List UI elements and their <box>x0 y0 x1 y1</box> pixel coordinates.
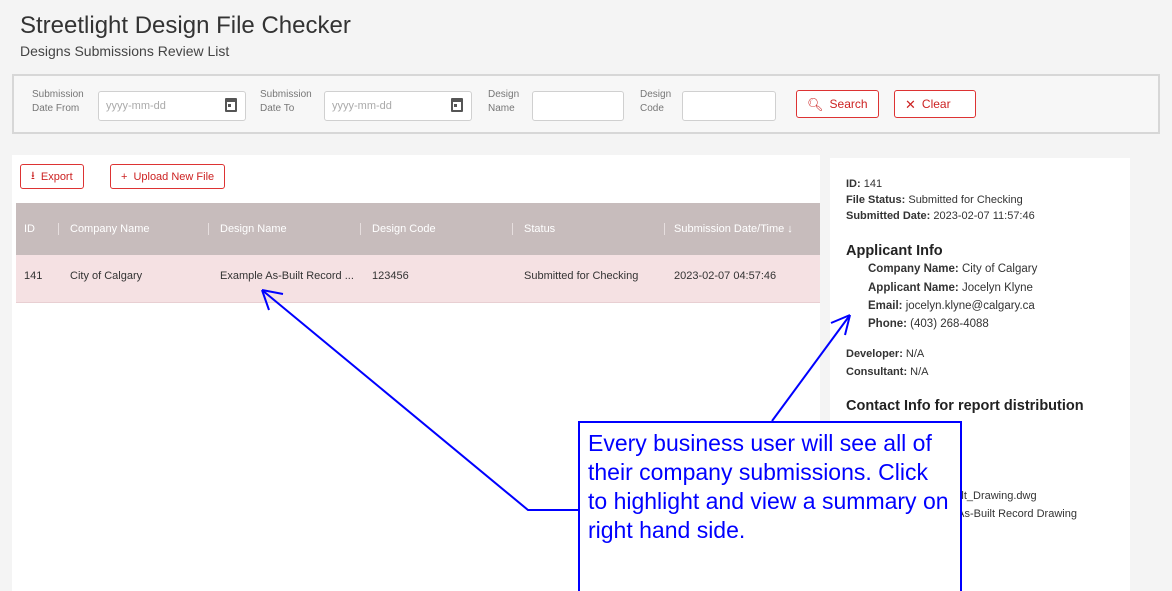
page-title: Streetlight Design File Checker <box>20 12 351 39</box>
cell-id: 141 <box>24 270 43 282</box>
date-from-input[interactable]: yyyy-mm-dd <box>98 91 246 121</box>
close-icon: ✕ <box>905 96 916 112</box>
upload-button[interactable]: + Upload New File <box>110 164 226 189</box>
detail-email: Email: jocelyn.klyne@calgary.ca <box>868 300 1035 312</box>
cell-company: City of Calgary <box>70 270 143 282</box>
detail-id: ID: 141 <box>846 178 883 190</box>
date-from-label: Submission Date From <box>32 89 84 114</box>
col-design-name[interactable]: Design Name <box>220 223 287 235</box>
design-name-input[interactable] <box>532 91 624 121</box>
cell-status: Submitted for Checking <box>524 270 639 282</box>
design-name-label: Design Name <box>488 89 520 114</box>
col-submission-date[interactable]: Submission Date/Time ↓ <box>674 223 793 235</box>
search-button[interactable]: 🔍︎ Search <box>796 90 879 118</box>
date-to-label: Submission Date To <box>260 89 312 114</box>
cell-design-name: Example As-Built Record ... <box>220 270 354 282</box>
calendar-icon[interactable] <box>451 98 463 112</box>
detail-applicant: Applicant Name: Jocelyn Klyne <box>868 282 1033 294</box>
design-code-label: Design Code <box>640 89 672 114</box>
col-id[interactable]: ID <box>24 223 35 235</box>
clear-button[interactable]: ✕ Clear <box>894 90 976 118</box>
design-code-input[interactable] <box>682 91 776 121</box>
date-to-input[interactable]: yyyy-mm-dd <box>324 91 472 121</box>
col-status[interactable]: Status <box>524 223 555 235</box>
detail-consultant: Consultant: N/A <box>846 366 929 378</box>
applicant-info-heading: Applicant Info <box>846 243 943 259</box>
search-icon: 🔍︎ <box>807 96 824 112</box>
table-header: ID Company Name Design Name Design Code … <box>16 203 820 255</box>
calendar-icon[interactable] <box>225 98 237 112</box>
col-company[interactable]: Company Name <box>70 223 149 235</box>
contact-info-heading: Contact Info for report distribution <box>846 398 1084 414</box>
detail-submitted-date: Submitted Date: 2023-02-07 11:57:46 <box>846 210 1035 222</box>
cell-design-code: 123456 <box>372 270 409 282</box>
filter-bar: Submission Date From yyyy-mm-dd Submissio… <box>12 74 1160 134</box>
detail-company: Company Name: City of Calgary <box>868 263 1038 275</box>
detail-file-status: File Status: Submitted for Checking <box>846 194 1023 206</box>
annotation-callout: Every business user will see all of thei… <box>578 421 962 591</box>
plus-icon: + <box>121 170 128 183</box>
col-design-code[interactable]: Design Code <box>372 223 436 235</box>
detail-phone: Phone: (403) 268-4088 <box>868 318 989 330</box>
download-icon: ⭳ <box>31 170 35 182</box>
page-subtitle: Designs Submissions Review List <box>20 43 230 59</box>
detail-developer: Developer: N/A <box>846 348 925 360</box>
cell-date: 2023-02-07 04:57:46 <box>674 270 777 282</box>
table-row[interactable]: 141 City of Calgary Example As-Built Rec… <box>16 255 820 303</box>
export-button[interactable]: ⭳ Export <box>20 164 84 189</box>
